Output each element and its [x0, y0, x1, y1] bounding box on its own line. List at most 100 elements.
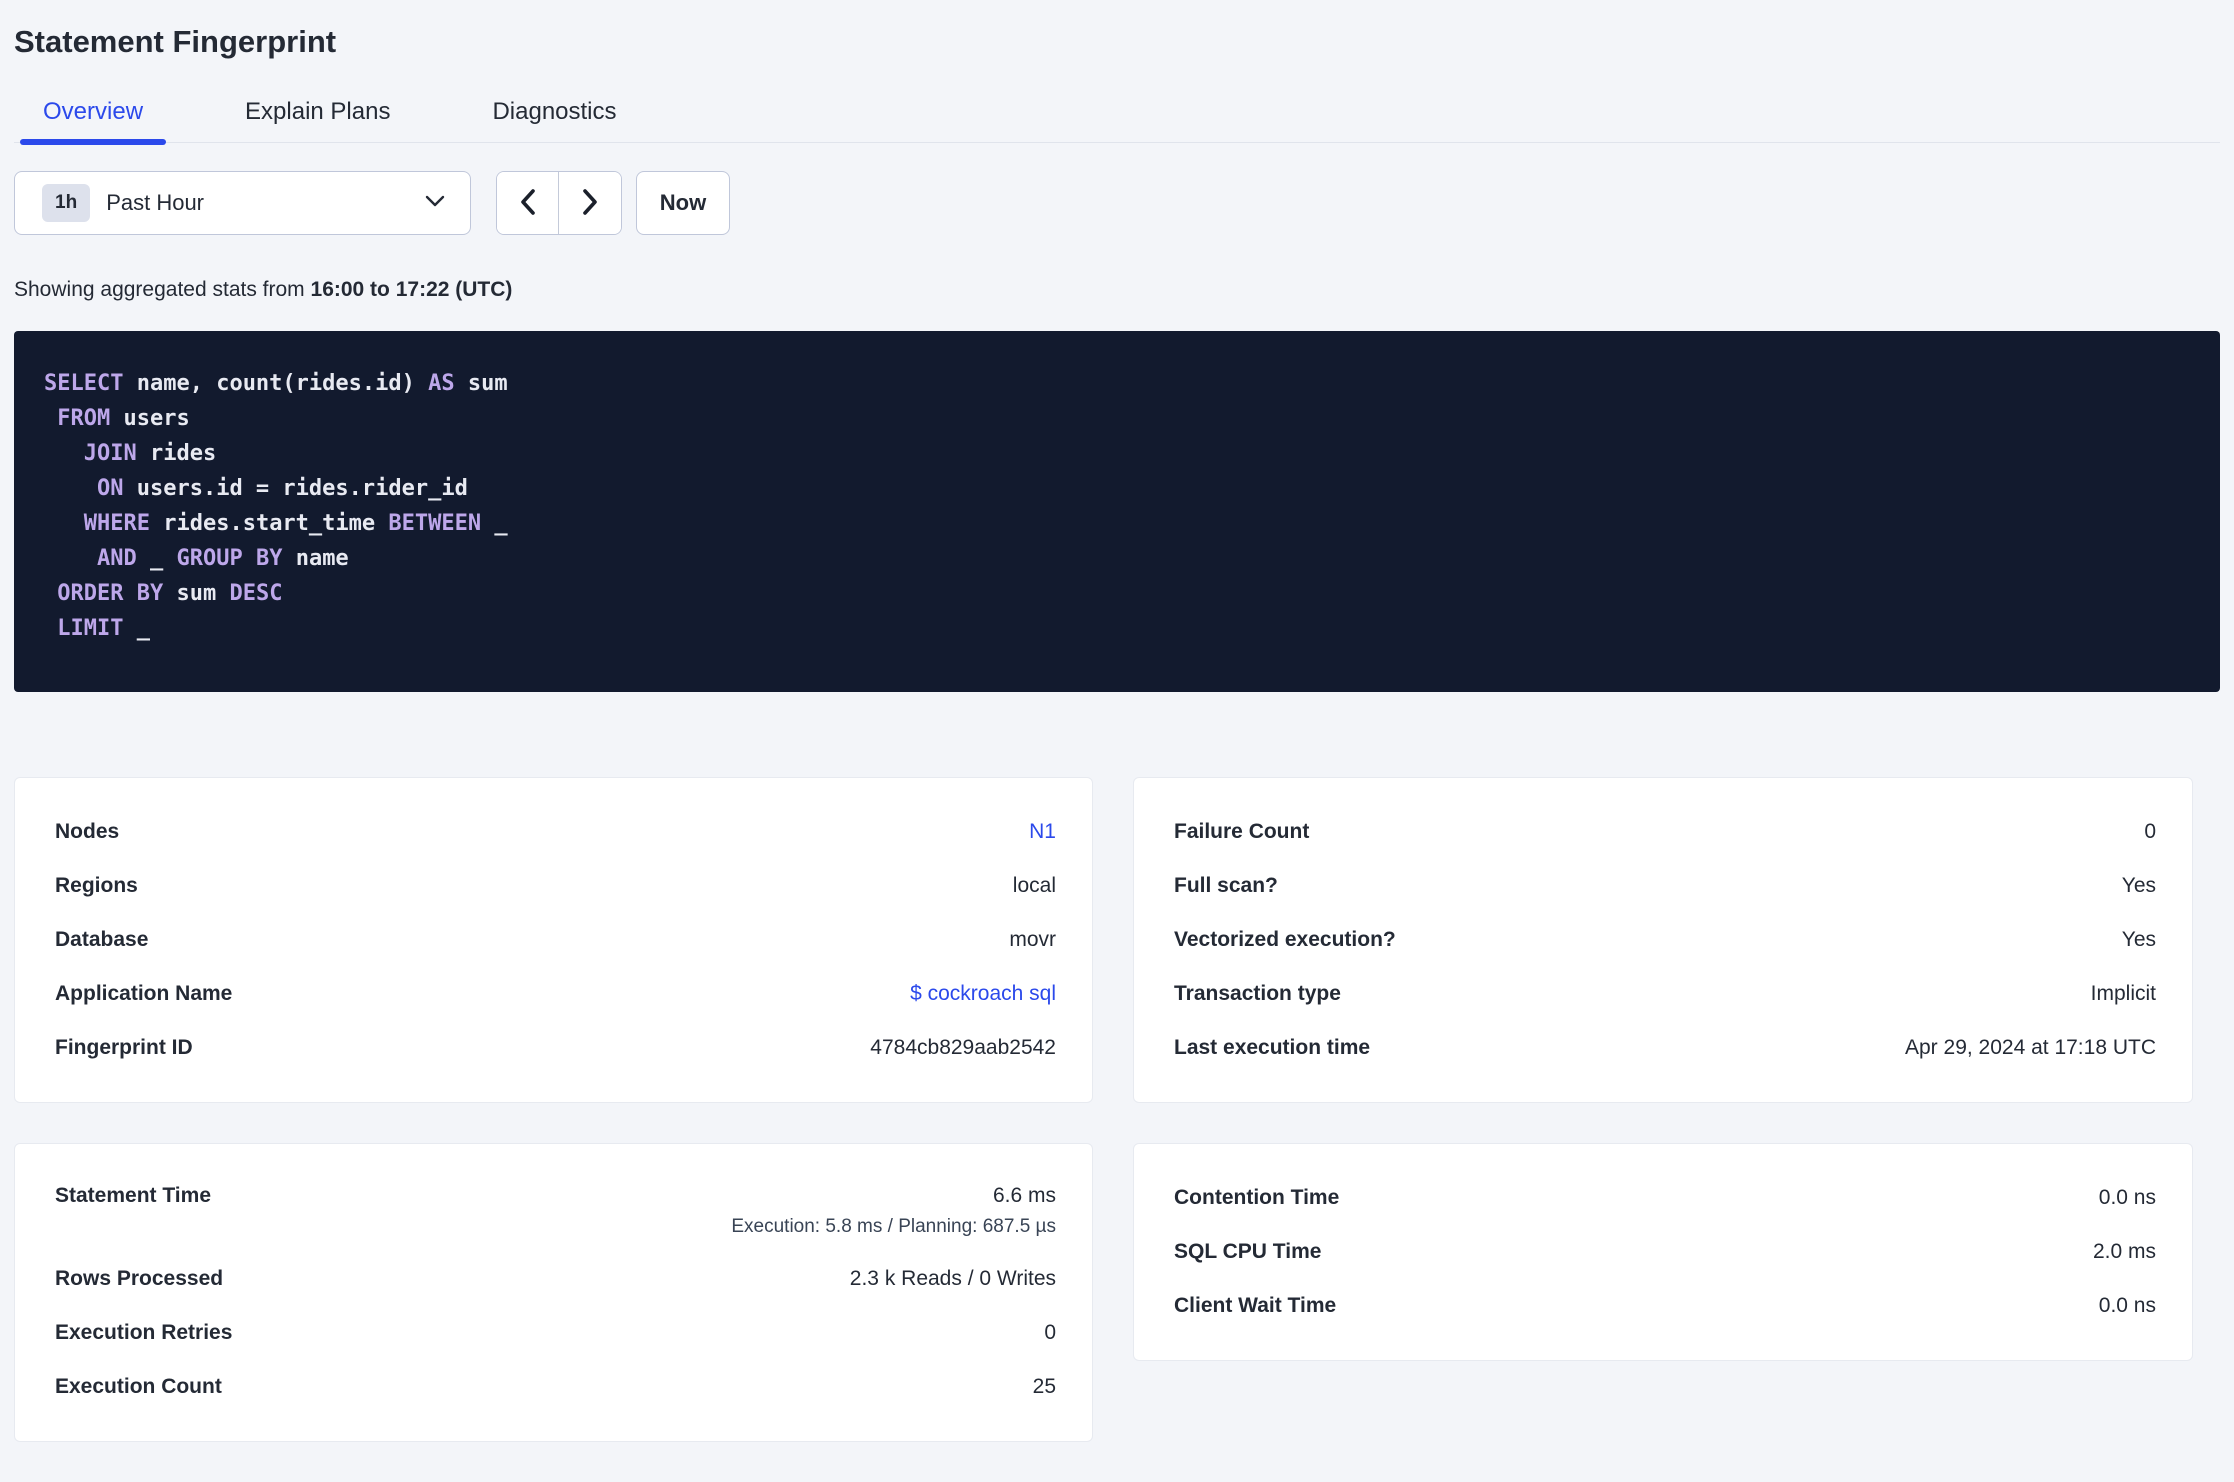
stat-value: local [1012, 874, 1056, 897]
stat-label: Statement Time [55, 1184, 211, 1207]
stat-label: Transaction type [1174, 982, 1341, 1005]
page-title: Statement Fingerprint [14, 24, 337, 59]
stat-label: Failure Count [1174, 820, 1310, 843]
sql-text: name, count(rides.id) [123, 371, 429, 396]
execution-attributes-card: Failure Count 0 Full scan? Yes Vectorized ex… [1133, 777, 2193, 1103]
sql-line: LIMIT _ [44, 611, 2190, 646]
sql-line: WHERE rides.start_time BETWEEN _ [44, 506, 2190, 541]
sql-statement-box: SELECT name, count(rides.id) AS sum FROM… [14, 331, 2220, 692]
sql-line: AND _ GROUP BY name [44, 541, 2190, 576]
stat-label: Full scan? [1174, 874, 1278, 897]
stat-row: Transaction type Implicit [1174, 967, 2156, 1021]
aggregated-stats-caption: Showing aggregated stats from 16:00 to 1… [14, 278, 2220, 302]
time-range-badge: 1h [42, 184, 91, 222]
stat-row: Rows Processed 2.3 k Reads / 0 Writes [55, 1252, 1056, 1306]
previous-time-button[interactable] [497, 172, 559, 234]
stat-label: Application Name [55, 982, 233, 1005]
stat-label: SQL CPU Time [1174, 1240, 1322, 1263]
stat-row: Execution Count 25 [55, 1360, 1056, 1414]
stat-value: 25 [1032, 1375, 1056, 1398]
tab-diagnostics[interactable]: Diagnostics [469, 88, 639, 142]
time-range-dropdown[interactable]: 1h Past Hour [14, 171, 471, 235]
stat-row: Last execution time Apr 29, 2024 at 17:18… [1174, 1021, 2156, 1075]
caption-prefix: Showing aggregated stats from [14, 278, 311, 301]
sql-text: rides [136, 441, 217, 466]
stat-label: Contention Time [1174, 1186, 1340, 1209]
sql-text: sum [163, 581, 230, 606]
stat-value: 0 [1044, 1321, 1056, 1344]
stat-row: SQL CPU Time 2.0 ms [1174, 1225, 2156, 1279]
statement-details-card: Nodes N1 Regions local Database movr Applicati… [14, 777, 1093, 1103]
stat-value: 6.6 ms Execution: 5.8 ms / Planning: 687.… [731, 1184, 1056, 1237]
stat-label: Database [55, 928, 149, 951]
chevron-down-icon [424, 194, 446, 213]
page: Statement Fingerprint Overview Explain P… [0, 24, 2234, 1442]
sql-line: JOIN rides [44, 436, 2190, 471]
sql-text: _ [136, 546, 177, 571]
sql-text: name [282, 546, 349, 571]
sql-text: users [110, 406, 190, 431]
stat-value: 4784cb829aab2542 [870, 1036, 1056, 1059]
stat-value: Yes [2121, 874, 2156, 897]
tab-overview[interactable]: Overview [20, 88, 167, 145]
stat-value: Implicit [2090, 982, 2156, 1005]
stat-row: Nodes N1 [55, 805, 1056, 859]
sql-keyword: LIMIT [57, 616, 124, 641]
sql-line: ON users.id = rides.rider_id [44, 471, 2190, 506]
tab-bar: Overview Explain Plans Diagnostics [14, 88, 2220, 145]
sql-keyword: ON [96, 476, 124, 501]
sql-line: FROM users [44, 401, 2190, 436]
sql-text: _ [123, 616, 150, 641]
stat-label: Rows Processed [55, 1267, 224, 1290]
sql-keyword: AND [96, 546, 137, 571]
now-button[interactable]: Now [636, 171, 730, 235]
sql-line: SELECT name, count(rides.id) AS sum [44, 366, 2190, 401]
next-time-button[interactable] [559, 172, 621, 234]
stat-value: 2.3 k Reads / 0 Writes [849, 1267, 1056, 1290]
sql-keyword: GROUP BY [176, 546, 283, 571]
sql-text: users.id = rides.rider_id [123, 476, 468, 501]
stat-value: 0.0 ns [2098, 1294, 2156, 1317]
sql-keyword: AS [428, 371, 455, 396]
stat-label: Execution Retries [55, 1321, 233, 1344]
details-cards-row: Nodes N1 Regions local Database movr Applicati… [14, 777, 2220, 1103]
sql-text: sum [454, 371, 508, 396]
stat-label: Client Wait Time [1174, 1294, 1337, 1317]
tab-explain-plans[interactable]: Explain Plans [222, 88, 413, 142]
stat-label: Vectorized execution? [1174, 928, 1396, 951]
chevron-left-icon [519, 188, 537, 219]
stat-row: Application Name $ cockroach sql [55, 967, 1056, 1021]
execution-stats-card: Statement Time 6.6 ms Execution: 5.8 ms / … [14, 1143, 1093, 1442]
stat-value-link[interactable]: N1 [1029, 820, 1056, 844]
stat-value-subtext: Execution: 5.8 ms / Planning: 687.5 µs [731, 1216, 1056, 1237]
sql-text: rides.start_time [149, 511, 389, 536]
chevron-right-icon [581, 188, 599, 219]
caption-range: 16:00 to 17:22 (UTC) [310, 278, 513, 301]
sql-line: ORDER BY sum DESC [44, 576, 2190, 611]
stat-value: Apr 29, 2024 at 17:18 UTC [1905, 1036, 2156, 1059]
stat-row: Failure Count 0 [1174, 805, 2156, 859]
sql-keyword: DESC [229, 581, 283, 606]
sql-text: _ [481, 511, 508, 536]
time-controls: 1h Past Hour Now [14, 171, 2220, 235]
stat-row: Statement Time 6.6 ms Execution: 5.8 ms / … [55, 1171, 1056, 1252]
stat-label: Nodes [55, 820, 120, 843]
stat-label: Execution Count [55, 1375, 222, 1398]
stat-row: Execution Retries 0 [55, 1306, 1056, 1360]
stat-value: movr [1009, 928, 1056, 951]
stat-value-link[interactable]: $ cockroach sql [910, 982, 1056, 1006]
stat-row: Regions local [55, 859, 1056, 913]
stat-value: 2.0 ms [2092, 1240, 2156, 1263]
stat-row: Client Wait Time 0.0 ns [1174, 1279, 2156, 1333]
stat-label: Last execution time [1174, 1036, 1371, 1059]
sql-keyword: ORDER BY [57, 581, 164, 606]
stat-value: Yes [2121, 928, 2156, 951]
sql-keyword: BETWEEN [388, 511, 482, 536]
